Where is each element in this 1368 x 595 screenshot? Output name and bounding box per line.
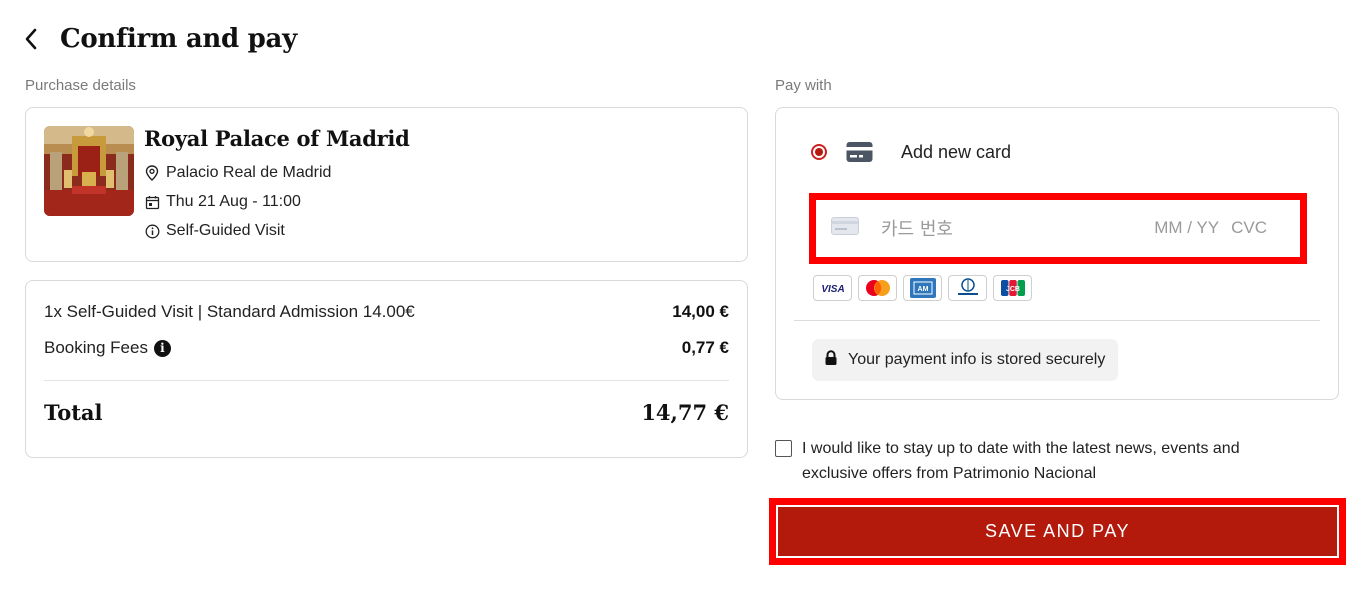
card-brand-logos: VISA AM JCB bbox=[813, 275, 1032, 301]
secure-info-badge: Your payment info is stored securely bbox=[812, 339, 1119, 381]
total-row: Total 14,77 € bbox=[44, 400, 729, 425]
chevron-left-icon bbox=[25, 28, 37, 50]
payment-divider bbox=[794, 320, 1320, 321]
jcb-icon: JCB bbox=[993, 275, 1032, 301]
svg-text:JCB: JCB bbox=[1005, 286, 1019, 293]
fees-info-icon[interactable]: i bbox=[153, 339, 171, 357]
location-text: Palacio Real de Madrid bbox=[166, 164, 332, 181]
visit-type: Self-Guided Visit bbox=[144, 222, 285, 240]
venue-location: Palacio Real de Madrid bbox=[144, 164, 331, 182]
price-summary-card: 1x Self-Guided Visit | Standard Admissio… bbox=[25, 280, 748, 458]
calendar-icon bbox=[144, 194, 160, 210]
location-pin-icon bbox=[144, 165, 160, 181]
page-header: Confirm and pay bbox=[24, 22, 297, 56]
lock-icon bbox=[824, 349, 838, 371]
secure-info-text: Your payment info is stored securely bbox=[848, 351, 1106, 368]
venue-thumbnail bbox=[44, 126, 134, 216]
amex-icon: AM bbox=[903, 275, 942, 301]
purchase-details-card: Royal Palace of Madrid Palacio Real de M… bbox=[25, 107, 748, 262]
info-circle-icon bbox=[144, 223, 160, 239]
card-number-field[interactable]: 카드 번호 MM / YY CVC bbox=[821, 202, 1297, 254]
venue-name: Royal Palace of Madrid bbox=[144, 126, 410, 151]
total-label: Total bbox=[44, 400, 103, 425]
card-number-input[interactable]: 카드 번호 bbox=[881, 215, 953, 241]
newsletter-checkbox[interactable] bbox=[775, 440, 792, 457]
pay-with-label: Pay with bbox=[775, 77, 832, 94]
page-title: Confirm and pay bbox=[60, 24, 297, 54]
purchase-details-label: Purchase details bbox=[25, 77, 136, 94]
cvc-input[interactable]: CVC bbox=[1231, 218, 1267, 238]
line-item-amount: 14,00 € bbox=[672, 302, 729, 321]
booking-fees-amount: 0,77 € bbox=[681, 338, 729, 357]
newsletter-optin: I would like to stay up to date with the… bbox=[775, 436, 1302, 486]
expiry-input[interactable]: MM / YY bbox=[1154, 218, 1219, 238]
save-and-pay-button[interactable]: SAVE AND PAY bbox=[778, 507, 1337, 556]
line-item: 1x Self-Guided Visit | Standard Admissio… bbox=[44, 302, 729, 322]
svg-text:VISA: VISA bbox=[821, 284, 844, 294]
visit-datetime: Thu 21 Aug - 11:00 bbox=[144, 193, 301, 211]
back-button[interactable] bbox=[24, 22, 52, 56]
svg-text:AM: AM bbox=[917, 286, 928, 293]
price-divider bbox=[44, 380, 729, 381]
booking-fees-row: Booking Fees i 0,77 € bbox=[44, 338, 729, 358]
visa-icon: VISA bbox=[813, 275, 852, 301]
add-card-label[interactable]: Add new card bbox=[901, 142, 1011, 163]
total-amount: 14,77 € bbox=[641, 400, 729, 425]
line-item-label: 1x Self-Guided Visit | Standard Admissio… bbox=[44, 302, 415, 321]
newsletter-label[interactable]: I would like to stay up to date with the… bbox=[802, 436, 1302, 486]
datetime-text: Thu 21 Aug - 11:00 bbox=[166, 193, 301, 210]
card-placeholder-icon bbox=[831, 216, 859, 240]
diners-club-icon bbox=[948, 275, 987, 301]
booking-fees-label: Booking Fees bbox=[44, 338, 148, 357]
credit-card-icon bbox=[846, 141, 873, 168]
add-card-radio[interactable] bbox=[811, 144, 827, 160]
mastercard-icon bbox=[858, 275, 897, 301]
visit-type-text: Self-Guided Visit bbox=[166, 222, 285, 239]
